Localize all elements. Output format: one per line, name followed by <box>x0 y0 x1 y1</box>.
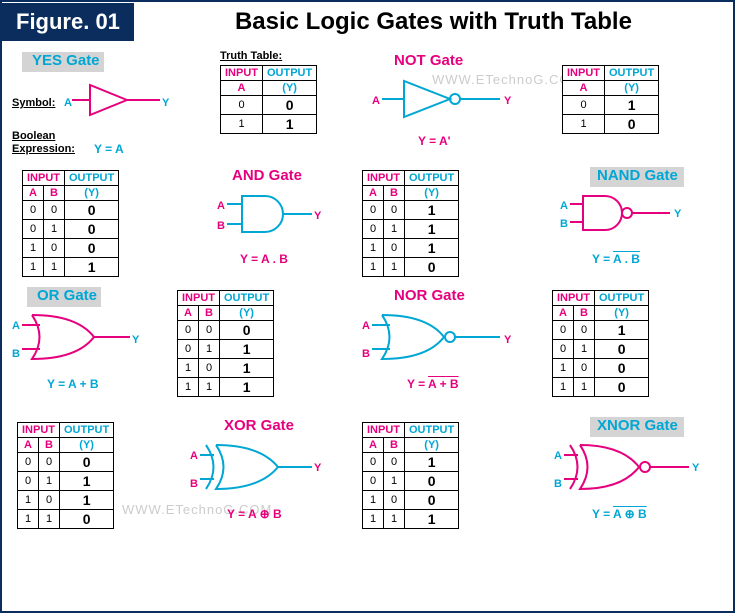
and-truth-table: INPUTOUTPUT AB(Y) 000 010 100 111 <box>22 170 119 277</box>
not-truth-table: INPUTOUTPUT A(Y) 01 10 <box>562 65 659 134</box>
yes-gate-symbol <box>72 80 162 120</box>
page-title: Basic Logic Gates with Truth Table <box>134 2 733 42</box>
truth-table-label: Truth Table: <box>220 50 282 62</box>
or-a: A <box>12 320 20 332</box>
xnor-gate-label: XNOR Gate <box>597 417 678 434</box>
and-gate-label: AND Gate <box>232 167 302 184</box>
xor-y: Y <box>314 462 321 474</box>
xnor-y: Y <box>692 462 699 474</box>
xnor-gate-symbol <box>564 442 692 492</box>
figure-badge: Figure. 01 <box>2 3 134 41</box>
xnor-expr: Y = A ⊕ B <box>592 507 647 521</box>
symbol-label: Symbol: <box>12 97 55 109</box>
nand-gate-label: NAND Gate <box>597 167 678 184</box>
xor-gate-symbol <box>200 442 315 492</box>
xor-expr: Y = A ⊕ B <box>227 507 282 521</box>
xnor-a: A <box>554 450 562 462</box>
nand-a: A <box>560 200 568 212</box>
xor-b: B <box>190 478 198 490</box>
diagram-content: WWW.ETechnoG.COM WWW.ETechnoG.COM YES Ga… <box>2 42 733 50</box>
and-gate-symbol <box>227 192 317 237</box>
xor-truth-table: INPUTOUTPUT AB(Y) 000 011 101 110 <box>17 422 114 529</box>
nor-gate-label: NOR Gate <box>394 287 465 304</box>
xor-a: A <box>190 450 198 462</box>
nor-truth-table: INPUTOUTPUT AB(Y) 001 010 100 110 <box>552 290 649 397</box>
and-expr: Y = A . B <box>240 252 288 266</box>
nand-truth-table: INPUTOUTPUT AB(Y) 001 011 101 110 <box>362 170 459 277</box>
nand-y: Y <box>674 208 681 220</box>
or-truth-table: INPUTOUTPUT AB(Y) 000 011 101 111 <box>177 290 274 397</box>
boolean-expr-label: BooleanExpression: <box>12 130 75 156</box>
nor-gate-symbol <box>372 312 502 362</box>
yes-truth-table: INPUTOUTPUT A(Y) 00 11 <box>220 65 317 134</box>
nor-b: B <box>362 348 370 360</box>
or-b: B <box>12 348 20 360</box>
not-gate-label: NOT Gate <box>394 52 463 69</box>
or-y: Y <box>132 334 139 346</box>
input-a-label: A <box>64 97 72 109</box>
xor-gate-label: XOR Gate <box>224 417 294 434</box>
and-b: B <box>217 220 225 232</box>
not-gate-symbol <box>382 77 502 122</box>
and-a: A <box>217 200 225 212</box>
nor-expr: Y = A + B <box>407 377 459 391</box>
not-a-label: A <box>372 95 380 107</box>
nor-a: A <box>362 320 370 332</box>
header: Figure. 01 Basic Logic Gates with Truth … <box>2 2 733 42</box>
nand-b: B <box>560 218 568 230</box>
nand-gate-symbol <box>570 192 675 237</box>
yes-expr: Y = A <box>94 142 124 156</box>
output-y-label: Y <box>162 97 169 109</box>
xnor-truth-table: INPUTOUTPUT AB(Y) 001 010 100 111 <box>362 422 459 529</box>
nand-expr: Y = A . B <box>592 252 640 266</box>
or-gate-label: OR Gate <box>37 287 97 304</box>
or-gate-symbol <box>22 312 132 362</box>
not-expr: Y = A' <box>418 134 451 148</box>
yes-gate-label: YES Gate <box>32 52 100 69</box>
nor-y: Y <box>504 334 511 346</box>
or-expr: Y = A + B <box>47 377 99 391</box>
xnor-b: B <box>554 478 562 490</box>
not-y-label: Y <box>504 95 511 107</box>
